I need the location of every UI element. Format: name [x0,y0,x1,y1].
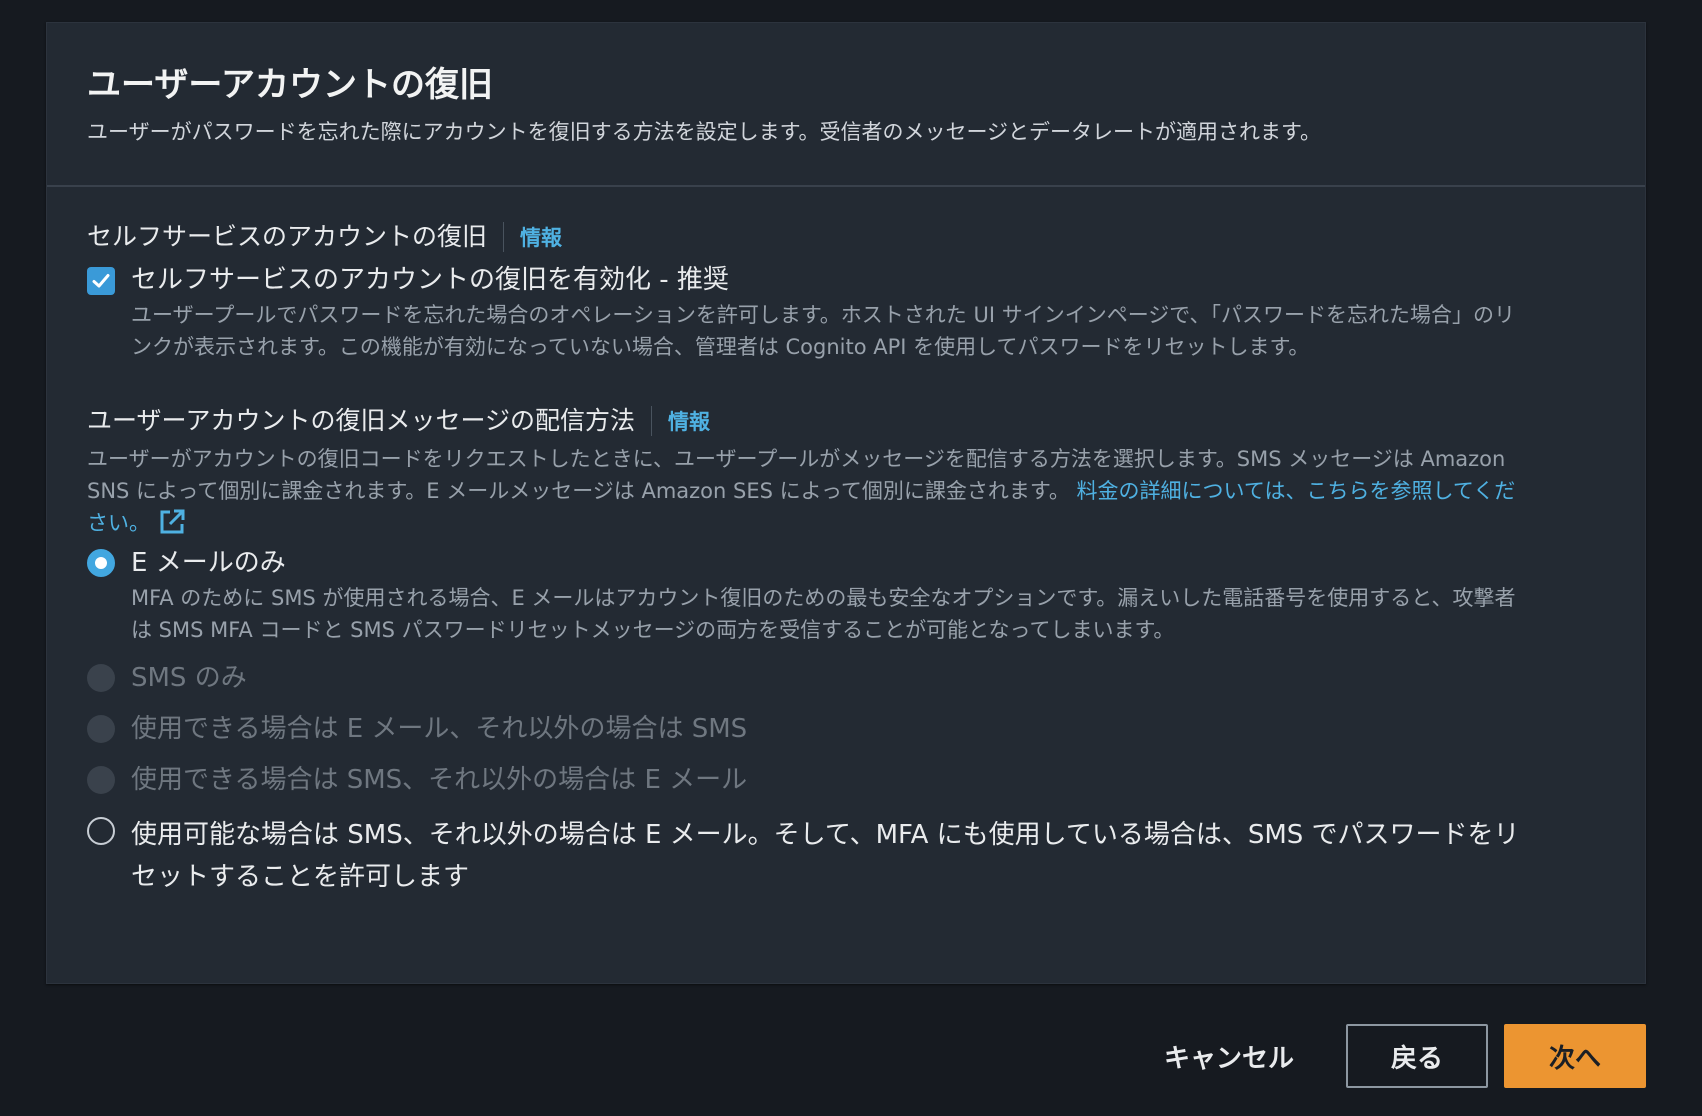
panel-body: セルフサービスのアカウントの復旧 情報 セルフサービスのアカウントの復旧を有効化… [47,219,1645,898]
page-description: ユーザーがパスワードを忘れた際にアカウントを復旧する方法を設定します。受信者のメ… [87,120,1321,144]
radio-sms-only-label: SMS のみ [131,663,247,693]
radio-option-sms-mfa-reset[interactable]: 使用可能な場合は SMS、それ以外の場合は E メール。そして、MFA にも使用… [87,817,1605,898]
self-service-section-header: セルフサービスのアカウントの復旧 情報 [87,219,1605,255]
self-service-option[interactable]: セルフサービスのアカウントの復旧を有効化 - 推奨 ユーザープールでパスワードを… [87,265,1605,363]
delivery-section-header: ユーザーアカウントの復旧メッセージの配信方法 情報 [87,403,1605,439]
radio-email-then-sms[interactable] [87,715,115,743]
divider [651,406,653,436]
radio-email-only-description: MFA のために SMS が使用される場合、E メールはアカウント復旧のための最… [131,586,1516,642]
footer-actions: キャンセル 戻る 次へ [1136,1024,1646,1088]
divider [503,222,505,252]
cancel-button[interactable]: キャンセル [1136,1024,1322,1088]
delivery-description: ユーザーがアカウントの復旧コードをリクエストしたときに、ユーザープールがメッセー… [87,443,1527,539]
radio-email-only-label: E メールのみ [131,548,286,578]
radio-option-sms-only[interactable]: SMS のみ [87,663,1605,695]
delivery-info-link[interactable]: 情報 [668,406,710,436]
radio-sms-mfa-reset-label: 使用可能な場合は SMS、それ以外の場合は E メール。そして、MFA にも使用… [131,820,1520,892]
next-button[interactable]: 次へ [1504,1024,1646,1088]
panel-header: ユーザーアカウントの復旧 ユーザーがパスワードを忘れた際にアカウントを復旧する方… [47,23,1645,187]
radio-email-then-sms-label: 使用できる場合は E メール、それ以外の場合は SMS [131,714,748,744]
radio-sms-only[interactable] [87,664,115,692]
self-service-info-link[interactable]: 情報 [520,222,562,252]
checkmark-icon [92,274,110,288]
radio-option-sms-then-email[interactable]: 使用できる場合は SMS、それ以外の場合は E メール [87,765,1605,797]
self-service-section-title: セルフサービスのアカウントの復旧 [87,222,488,251]
radio-sms-mfa-reset[interactable] [87,817,115,845]
account-recovery-panel: ユーザーアカウントの復旧 ユーザーがパスワードを忘れた際にアカウントを復旧する方… [46,22,1646,984]
back-button[interactable]: 戻る [1346,1024,1488,1088]
radio-sms-then-email-label: 使用できる場合は SMS、それ以外の場合は E メール [131,765,748,795]
self-service-checkbox[interactable] [87,267,115,295]
radio-option-email-then-sms[interactable]: 使用できる場合は E メール、それ以外の場合は SMS [87,714,1605,746]
radio-email-only[interactable] [87,549,115,577]
self-service-checkbox-description: ユーザープールでパスワードを忘れた場合のオペレーションを許可します。ホストされた… [131,303,1515,359]
radio-option-email-only[interactable]: E メールのみ MFA のために SMS が使用される場合、E メールはアカウン… [87,548,1605,646]
radio-sms-then-email[interactable] [87,766,115,794]
self-service-checkbox-label: セルフサービスのアカウントの復旧を有効化 - 推奨 [131,265,729,295]
page-title: ユーザーアカウントの復旧 [87,65,493,105]
delivery-section-title: ユーザーアカウントの復旧メッセージの配信方法 [87,406,636,435]
external-link-icon [160,509,185,534]
